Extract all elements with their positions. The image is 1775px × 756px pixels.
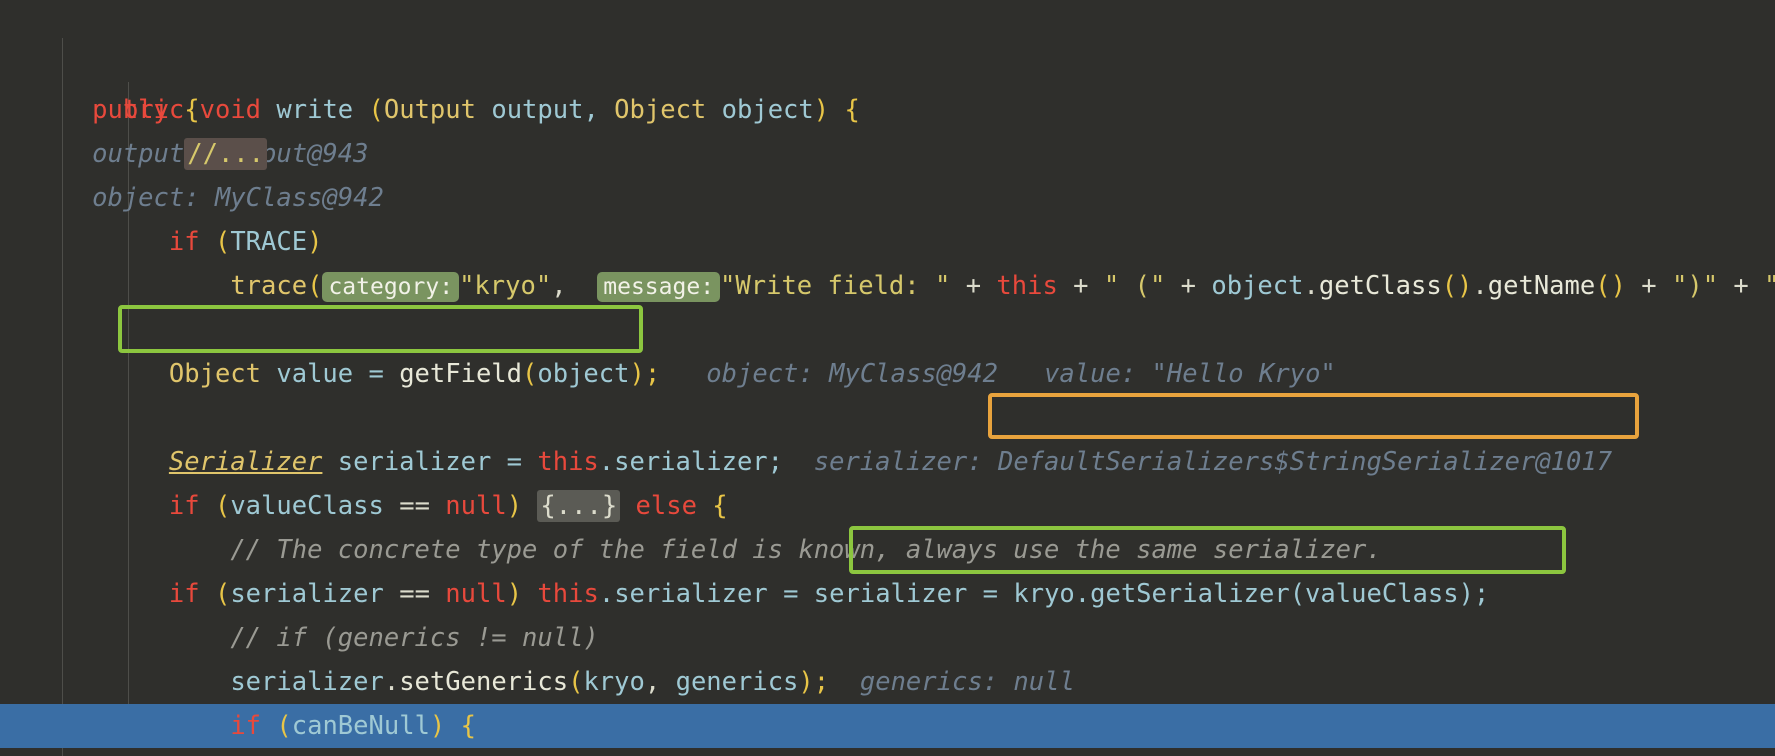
code-editor[interactable]: public void write (Output output, Object… <box>0 0 1775 756</box>
paren-open: ( <box>307 271 323 301</box>
keyword-if: if <box>168 491 200 521</box>
operator-plus: + <box>1057 271 1104 301</box>
paren-close-brace: ) { <box>429 711 476 741</box>
paren-close-brace: ) { <box>813 95 860 125</box>
constant-trace: TRACE <box>230 227 308 257</box>
inline-hint-object-value[interactable]: MyClass@942 <box>215 183 384 213</box>
method-name-write: write <box>276 95 354 125</box>
inline-hint-value-label[interactable]: value: <box>1044 359 1136 389</box>
operator-plus: + <box>950 271 997 301</box>
folded-block-region[interactable]: {...} <box>537 490 621 522</box>
variable-serializer: serializer = <box>322 447 538 477</box>
param-output: output, <box>476 95 615 125</box>
string-kryo: "kryo" <box>459 271 552 301</box>
inline-hint-serializer-label[interactable]: serializer: <box>814 447 983 477</box>
keyword-void: void <box>199 95 262 125</box>
boxed-assignment-expression: serializer = kryo.getSerializer(valueCla… <box>813 579 1490 609</box>
folded-comment-region[interactable]: //... <box>184 138 268 170</box>
inline-hint-generics-value[interactable]: null <box>1013 667 1074 697</box>
inline-hint-object-label[interactable]: object: <box>706 359 813 389</box>
keyword-this: this <box>537 447 599 477</box>
argument-object: object <box>537 359 630 389</box>
paren-open: ( <box>568 667 584 697</box>
brace-open: { <box>696 491 728 521</box>
string-truncated: " <box>1764 271 1775 301</box>
operator-plus: + <box>1718 271 1765 301</box>
dot: . <box>1303 271 1319 301</box>
comma: , <box>644 667 676 697</box>
code-line-8[interactable]: Object value = getField(object); object:… <box>0 308 1775 389</box>
paren-close: ) <box>506 491 538 521</box>
dot: . <box>1472 271 1488 301</box>
variable-serializer: serializer <box>230 579 384 609</box>
paren-close: ) <box>506 579 538 609</box>
field-serializer-assign: .serializer = <box>598 579 814 609</box>
paren-close: ); <box>798 667 830 697</box>
inline-hint-object-value[interactable]: MyClass@942 <box>829 359 998 389</box>
keyword-if: if <box>168 227 200 257</box>
keyword-null: null <box>445 579 507 609</box>
variable-valueclass: valueClass <box>230 491 384 521</box>
operator-plus: + <box>1165 271 1212 301</box>
argument-kryo: kryo <box>583 667 645 697</box>
parens: () <box>1595 271 1626 301</box>
code-line-2[interactable]: try { <box>0 44 1775 125</box>
variable-serializer: serializer <box>230 667 384 697</box>
param-hint-message[interactable]: message: <box>597 272 721 302</box>
string-write-field: "Write field: " <box>720 271 951 301</box>
type-object: Object <box>168 359 262 389</box>
keyword-null: null <box>445 491 507 521</box>
paren-close: ) <box>307 227 323 257</box>
comma: , <box>551 271 582 301</box>
keyword-else: else <box>620 491 697 521</box>
method-setgenerics: setGenerics <box>399 667 569 697</box>
paren-open: ( <box>261 711 292 741</box>
field-serializer: .serializer; <box>598 447 784 477</box>
variable-canbenull: canBeNull <box>291 711 430 741</box>
operator-equals: == <box>383 491 446 521</box>
paren-open: ( <box>199 491 231 521</box>
keyword-this: this <box>996 271 1058 301</box>
dot: . <box>383 667 400 697</box>
string-open-paren: " (" <box>1103 271 1166 301</box>
type-serializer: Serializer <box>168 447 323 477</box>
inline-hint-serializer-value[interactable]: DefaultSerializers$StringSerializer@1017 <box>998 447 1612 477</box>
code-line-1[interactable]: public void write (Output output, Object… <box>0 0 1775 213</box>
paren-open: ( <box>199 579 231 609</box>
param-hint-category[interactable]: category: <box>322 272 460 302</box>
paren-close: ); <box>629 359 661 389</box>
keyword-if: if <box>168 579 200 609</box>
inline-hint-value-value[interactable]: "Hello Kryo" <box>1152 359 1336 389</box>
method-getname: getName <box>1487 271 1596 301</box>
variable-value: value = <box>261 359 400 389</box>
paren-open: ( <box>353 95 384 125</box>
string-close-paren: ")" <box>1672 271 1719 301</box>
method-getclass: getClass <box>1318 271 1442 301</box>
code-line-10[interactable]: Serializer serializer = this.serializer;… <box>0 396 1775 477</box>
argument-generics: generics <box>675 667 799 697</box>
brace-open: { <box>168 95 200 125</box>
keyword-if: if <box>230 711 262 741</box>
operator-equals: == <box>383 579 446 609</box>
method-getfield: getField <box>399 359 523 389</box>
type-output: Output <box>383 95 476 125</box>
type-object: Object <box>614 95 707 125</box>
parens: () <box>1441 271 1473 301</box>
comment-concrete-type: // The concrete type of the field is kno… <box>230 535 1382 565</box>
method-call-trace: trace <box>230 271 308 301</box>
keyword-this: this <box>537 579 599 609</box>
comment-if-generics: // if (generics != null) <box>230 623 599 653</box>
param-object: object <box>706 95 814 125</box>
paren-open: ( <box>522 359 538 389</box>
operator-plus: + <box>1625 271 1673 301</box>
inline-hint-object-label[interactable]: object: <box>92 183 199 213</box>
variable-object: object <box>1211 271 1304 301</box>
keyword-try: try <box>122 95 169 125</box>
inline-hint-generics-label[interactable]: generics: <box>860 667 998 697</box>
paren-open: ( <box>199 227 231 257</box>
